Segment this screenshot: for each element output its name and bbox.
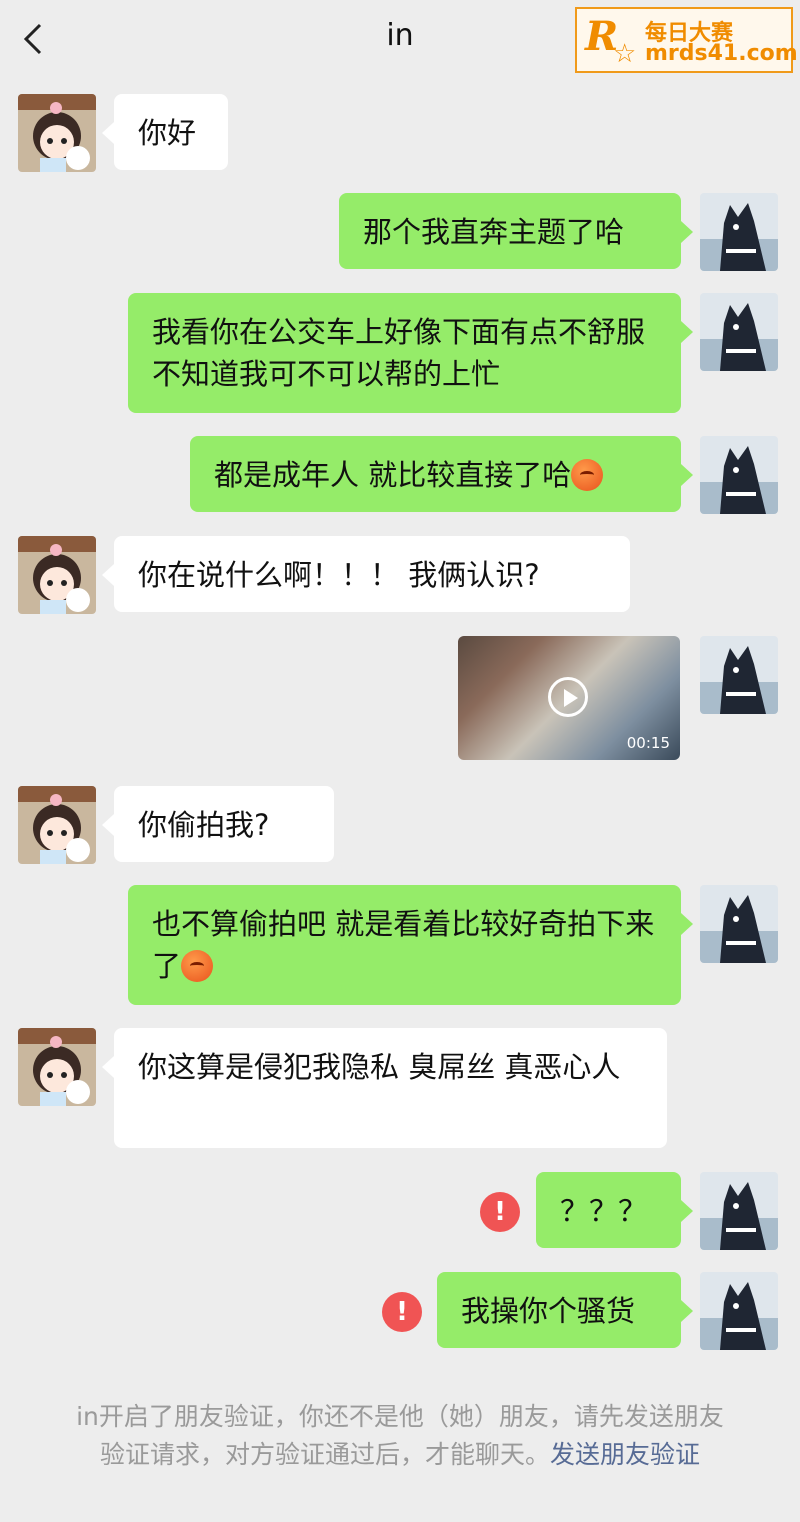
avatar-contact[interactable] — [18, 94, 96, 172]
avatar-contact[interactable] — [18, 536, 96, 614]
message-bubble-incoming[interactable]: 你偷拍我? — [102, 786, 334, 862]
message-bubble-incoming[interactable]: 你这算是侵犯我隐私 臭屌丝 真恶心人 — [102, 1028, 667, 1148]
video-duration: 00:15 — [626, 734, 670, 752]
exclamation-icon[interactable]: ! — [480, 1192, 520, 1232]
message-text: ？？？ — [560, 1194, 648, 1228]
sweat-emoji-icon — [571, 459, 604, 491]
send-verification-link[interactable]: 发送朋友验证 — [550, 1440, 700, 1469]
message-text: 你在说什么啊！！！ 我俩认识? — [138, 558, 540, 592]
play-icon[interactable] — [548, 677, 588, 717]
message-text: 那个我直奔主题了哈 — [363, 215, 625, 249]
message-text: 也不算偷拍吧 就是看着比较好奇拍下来了 — [152, 907, 655, 983]
watermark-logo: R ☆ 每日大赛 mrds41.com — [575, 7, 798, 73]
message-bubble-outgoing[interactable]: 也不算偷拍吧 就是看着比较好奇拍下来了 — [128, 885, 693, 1005]
message-bubble-outgoing[interactable]: 我操你个骚货 — [437, 1272, 693, 1348]
system-notice: in开启了朋友验证，你还不是他（她）朋友，请先发送朋友验证请求，对方验证通过后，… — [70, 1398, 730, 1474]
avatar-self[interactable] — [700, 1272, 778, 1350]
avatar-self[interactable] — [700, 293, 778, 371]
video-message[interactable]: 00:15 — [458, 636, 680, 760]
message-bubble-incoming[interactable]: 你在说什么啊！！！ 我俩认识? — [102, 536, 630, 612]
message-text: 你偷拍我? — [138, 808, 270, 842]
avatar-contact[interactable] — [18, 1028, 96, 1106]
watermark-line2: mrds41.com — [645, 41, 798, 66]
message-text: 你这算是侵犯我隐私 臭屌丝 真恶心人 — [138, 1050, 621, 1084]
message-bubble-outgoing[interactable]: ？？？ — [536, 1172, 693, 1248]
avatar-self[interactable] — [700, 1172, 778, 1250]
sweat-emoji-icon — [181, 950, 214, 982]
star-icon: ☆ — [613, 39, 637, 69]
message-text: 都是成年人 就比较直接了哈 — [214, 458, 572, 492]
avatar-self[interactable] — [700, 436, 778, 514]
avatar-self[interactable] — [700, 636, 778, 714]
message-bubble-incoming[interactable]: 你好 — [102, 94, 228, 170]
exclamation-icon[interactable]: ! — [382, 1292, 422, 1332]
message-bubble-outgoing[interactable]: 那个我直奔主题了哈 — [339, 193, 693, 269]
message-text: 我操你个骚货 — [461, 1294, 636, 1328]
message-text: 我看你在公交车上好像下面有点不舒服 不知道我可不可以帮的上忙 — [152, 315, 646, 391]
message-bubble-outgoing[interactable]: 都是成年人 就比较直接了哈 — [190, 436, 693, 512]
avatar-self[interactable] — [700, 885, 778, 963]
avatar-self[interactable] — [700, 193, 778, 271]
message-text: 你好 — [138, 116, 197, 150]
message-bubble-outgoing[interactable]: 我看你在公交车上好像下面有点不舒服 不知道我可不可以帮的上忙 — [128, 293, 693, 413]
avatar-contact[interactable] — [18, 786, 96, 864]
